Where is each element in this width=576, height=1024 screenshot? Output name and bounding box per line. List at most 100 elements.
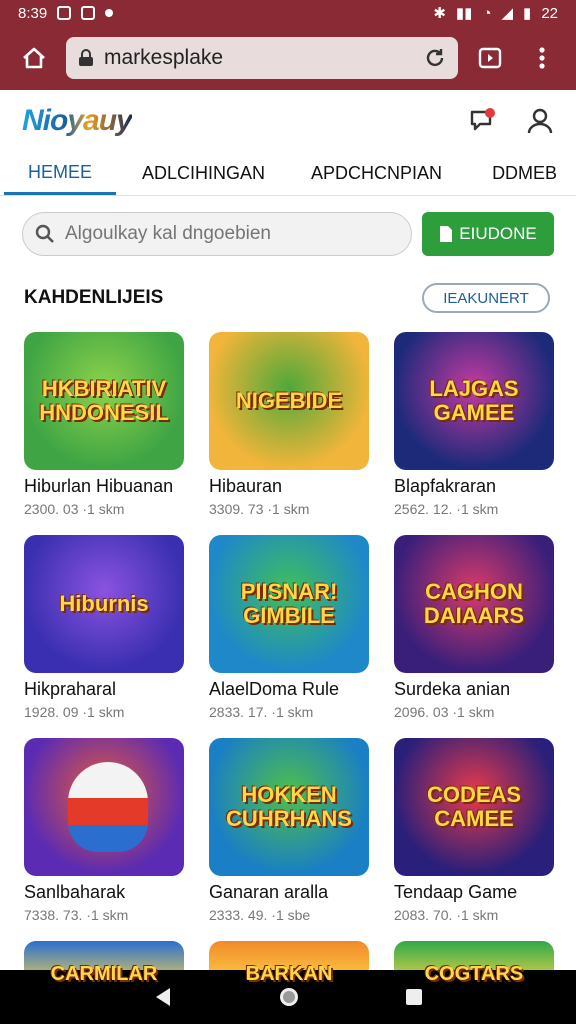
game-thumbnail[interactable]: CODEAS CAMEE xyxy=(394,738,554,876)
game-meta: 2083. 70. ·1 skm xyxy=(394,907,499,923)
thumbnail-art-text: BARKAN xyxy=(245,963,333,985)
dot-icon xyxy=(105,9,114,17)
thumbnail-art-text: COGTARS xyxy=(424,963,524,985)
thumbnail-art-text: CARMILAR xyxy=(50,963,158,985)
game-title[interactable]: Ganaran aralla xyxy=(209,882,369,903)
game-meta: 2333. 49. ·1 sbe xyxy=(209,907,311,923)
green-action-button[interactable]: EIUDONE xyxy=(422,212,554,256)
search-box xyxy=(22,212,412,256)
home-button[interactable] xyxy=(14,38,54,78)
game-grid: HKBIRIATIV HNDONESIL Hiburlan Hibuanan 230… xyxy=(0,332,576,941)
game-title[interactable]: AlaelDoma Rule xyxy=(209,679,369,700)
status-bar: 8:39 ✱ ▮▮ ◔ ◢ ▮ 22 xyxy=(0,0,576,26)
tab-2[interactable]: ADLCIHINGAN xyxy=(116,152,291,195)
tab-home[interactable]: HEMEE xyxy=(4,152,116,195)
thumbnail-art-text: CODEAS CAMEE xyxy=(426,781,522,831)
game-thumbnail[interactable] xyxy=(24,738,184,876)
more-vert-icon xyxy=(539,47,545,69)
game-thumbnail[interactable]: CAGHON DAIAARS xyxy=(394,535,554,673)
game-meta: 7338. 73. ·1 skm xyxy=(24,907,129,923)
wifi-icon: ◔ xyxy=(482,4,492,22)
game-card[interactable]: NIGEBIDE Hibauran 3309. 73 ·1 skm xyxy=(209,332,369,535)
game-title[interactable]: Sanlbaharak xyxy=(24,882,184,903)
mascot-art xyxy=(68,762,148,852)
home-nav-icon[interactable] xyxy=(278,986,300,1008)
game-thumbnail[interactable]: HKBIRIATIV HNDONESIL xyxy=(24,332,184,470)
site-logo[interactable]: Nioyauy xyxy=(22,104,133,138)
game-card[interactable]: HOKKEN CUHRHANS Ganaran aralla 2333. 49. ·… xyxy=(209,738,369,941)
game-title[interactable]: Hibauran xyxy=(209,476,369,497)
section-header: KAHDENLIJEIS IEAKUNERT xyxy=(0,264,576,332)
profile-icon[interactable] xyxy=(526,107,554,135)
app-header: Nioyauy xyxy=(0,90,576,152)
game-card[interactable]: Hiburnis Hikpraharal 1928. 09 ·1 skm xyxy=(24,535,184,738)
recents-icon[interactable] xyxy=(405,988,423,1006)
thumbnail-art-text xyxy=(60,803,68,811)
url-text: markesplake xyxy=(104,46,224,69)
green-button-label: EIUDONE xyxy=(459,224,537,243)
game-meta: 2562. 12. ·1 skm xyxy=(394,501,499,517)
lock-icon xyxy=(79,49,93,66)
game-thumbnail[interactable]: HOKKEN CUHRHANS xyxy=(209,738,369,876)
thumbnail-art-text: HKBIRIATIV HNDONESIL xyxy=(39,375,169,425)
game-meta: 3309. 73 ·1 skm xyxy=(209,501,310,517)
partial-row: CARMILAR BARKAN COGTARS xyxy=(0,941,576,989)
game-title[interactable]: Hiburlan Hibuanan xyxy=(24,476,184,497)
game-thumbnail[interactable]: Hiburnis xyxy=(24,535,184,673)
bluetooth-icon: ✱ xyxy=(433,5,446,22)
game-meta: 2833. 17. ·1 skm xyxy=(209,704,314,720)
search-row: EIUDONE xyxy=(0,196,576,260)
tab-4[interactable]: DDMEB xyxy=(462,152,565,195)
game-thumbnail[interactable]: PIISNAR! GIMBILE xyxy=(209,535,369,673)
tab-switcher-icon xyxy=(478,47,502,69)
thumbnail-art-text: PIISNAR! GIMBILE xyxy=(240,578,338,628)
game-meta: 1928. 09 ·1 skm xyxy=(24,704,125,720)
game-card[interactable]: PIISNAR! GIMBILE AlaelDoma Rule 2833. 17. … xyxy=(209,535,369,738)
browser-bar: markesplake xyxy=(0,26,576,90)
thumbnail-art-text: NIGEBIDE xyxy=(235,387,343,413)
see-more-button[interactable]: IEAKUNERT xyxy=(422,283,550,313)
game-meta: 2300. 03 ·1 skm xyxy=(24,501,125,517)
game-card[interactable]: Sanlbaharak 7338. 73. ·1 skm xyxy=(24,738,184,941)
game-thumbnail[interactable]: NIGEBIDE xyxy=(209,332,369,470)
battery-icon: ▮ xyxy=(523,5,532,22)
url-bar[interactable]: markesplake xyxy=(66,37,458,79)
category-tabs: HEMEE ADLCIHINGAN APDCHCNPIAN DDMEB xyxy=(0,152,576,196)
home-icon xyxy=(23,47,45,69)
document-icon xyxy=(440,226,453,242)
chat-notification-icon[interactable] xyxy=(468,106,498,136)
status-left: 8:39 xyxy=(18,4,114,22)
game-meta: 2096. 03 ·1 skm xyxy=(394,704,495,720)
tabs-button[interactable] xyxy=(470,38,510,78)
game-title[interactable]: Surdeka anian xyxy=(394,679,554,700)
notification-icon-2 xyxy=(81,6,96,20)
game-card[interactable]: LAJGAS GAMEE Blapfakraran 2562. 12. ·1 skm xyxy=(394,332,554,535)
reload-icon[interactable] xyxy=(424,47,446,69)
thumbnail-art-text: CAGHON DAIAARS xyxy=(423,578,525,628)
search-icon xyxy=(35,224,54,243)
game-title[interactable]: Blapfakraran xyxy=(394,476,554,497)
search-input[interactable] xyxy=(65,223,399,245)
thumbnail-art-text: LAJGAS GAMEE xyxy=(429,375,519,425)
cell-icon: ◢ xyxy=(501,5,514,22)
game-card[interactable]: CODEAS CAMEE Tendaap Game 2083. 70. ·1 skm xyxy=(394,738,554,941)
status-time: 8:39 xyxy=(18,4,48,22)
header-icons xyxy=(468,106,554,136)
game-title[interactable]: Hikpraharal xyxy=(24,679,184,700)
section-title: KAHDENLIJEIS xyxy=(24,287,164,308)
status-right: ✱ ▮▮ ◔ ◢ ▮ 22 xyxy=(433,4,558,23)
menu-button[interactable] xyxy=(522,38,562,78)
game-card[interactable]: CAGHON DAIAARS Surdeka anian 2096. 03 ·1 s… xyxy=(394,535,554,738)
battery-level: 22 xyxy=(541,4,558,22)
back-icon[interactable] xyxy=(153,986,173,1008)
notification-icon xyxy=(57,6,72,20)
tab-3[interactable]: APDCHCNPIAN xyxy=(291,152,462,195)
thumbnail-art-text: HOKKEN CUHRHANS xyxy=(226,781,352,831)
logo-text: Nioyauy xyxy=(22,104,133,137)
thumbnail-art-text: Hiburnis xyxy=(59,590,149,616)
signal-icon: ▮▮ xyxy=(455,5,473,22)
game-card[interactable]: HKBIRIATIV HNDONESIL Hiburlan Hibuanan 230… xyxy=(24,332,184,535)
game-title[interactable]: Tendaap Game xyxy=(394,882,554,903)
game-thumbnail-partial[interactable]: CARMILAR xyxy=(24,941,184,989)
game-thumbnail[interactable]: LAJGAS GAMEE xyxy=(394,332,554,470)
